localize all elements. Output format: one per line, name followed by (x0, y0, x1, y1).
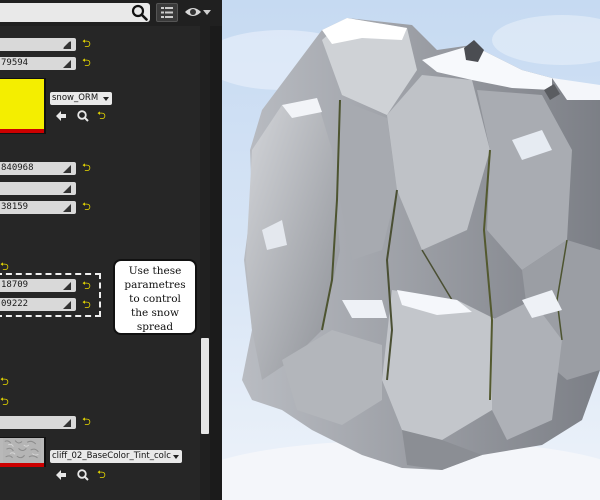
drag-grip-icon[interactable] (63, 165, 71, 173)
reset-arrow-icon[interactable]: ⮌ (97, 469, 106, 481)
callout-line: to control (129, 293, 181, 305)
callout-line: parametres (124, 279, 186, 291)
asset-name: cliff_02_BaseColor_Tint_colc (52, 451, 171, 461)
callout-line: spread (136, 321, 174, 333)
annotation-callout: Use these parametres to control the snow… (113, 259, 197, 335)
scrollbar-thumb[interactable] (201, 338, 209, 434)
reset-arrow-icon[interactable]: ⮌ (82, 57, 91, 69)
reset-arrow-icon[interactable]: ⮌ (0, 396, 9, 408)
reset-arrow-icon[interactable]: ⮌ (82, 416, 91, 428)
search-input[interactable] (0, 3, 150, 22)
reset-arrow-icon[interactable]: ⮌ (0, 376, 9, 388)
reset-arrow-icon[interactable]: ⮌ (97, 110, 106, 122)
param-field-4[interactable] (0, 182, 76, 195)
callout-line: the snow (131, 307, 179, 319)
param-value: 79594 (1, 58, 29, 68)
drag-grip-icon[interactable] (63, 419, 71, 427)
chevron-down-icon (103, 97, 109, 101)
param-value: 38159 (1, 202, 29, 212)
drag-grip-icon[interactable] (63, 204, 71, 212)
search-icon[interactable] (131, 4, 148, 21)
callout-line: Use these (128, 265, 182, 277)
reset-arrow-icon[interactable]: ⮌ (0, 261, 9, 273)
arrow-left-icon[interactable] (54, 109, 68, 123)
texture-thumbnail-cliff[interactable] (0, 438, 44, 467)
chevron-down-icon[interactable] (203, 10, 211, 15)
arrow-left-icon[interactable] (54, 468, 68, 482)
param-field-3[interactable]: 840968 (0, 162, 76, 175)
reset-arrow-icon[interactable]: ⮌ (82, 38, 91, 50)
drag-grip-icon[interactable] (63, 60, 71, 68)
drag-grip-icon[interactable] (63, 185, 71, 193)
grid-view-button[interactable] (156, 3, 178, 22)
param-value: 840968 (1, 163, 34, 173)
grid-view-icon (161, 7, 173, 18)
cliff-rock-model (242, 18, 600, 470)
reset-arrow-icon[interactable]: ⮌ (82, 162, 91, 174)
viewport-3d[interactable] (222, 0, 600, 500)
param-field-5[interactable]: 38159 (0, 201, 76, 214)
panel-divider (210, 26, 222, 500)
asset-name: snow_ORM (52, 93, 99, 103)
reset-arrow-icon[interactable]: ⮌ (82, 201, 91, 213)
texture-thumbnail-orm[interactable] (0, 79, 44, 133)
magnifier-icon[interactable] (76, 109, 90, 123)
param-field-2[interactable]: 79594 (0, 57, 76, 70)
param-field-1[interactable] (0, 38, 76, 51)
details-panel: ⮌ 79594 ⮌ snow_ORM ⮌ 840968 ⮌ 38159 ⮌ ⮌ … (0, 0, 222, 500)
param-field-8[interactable] (0, 416, 76, 429)
chevron-down-icon (173, 455, 179, 459)
eye-icon[interactable] (184, 5, 202, 19)
magnifier-icon[interactable] (76, 468, 90, 482)
texture-asset-dropdown[interactable]: cliff_02_BaseColor_Tint_colc (50, 450, 182, 463)
highlight-dashed-box (0, 273, 101, 317)
drag-grip-icon[interactable] (63, 41, 71, 49)
